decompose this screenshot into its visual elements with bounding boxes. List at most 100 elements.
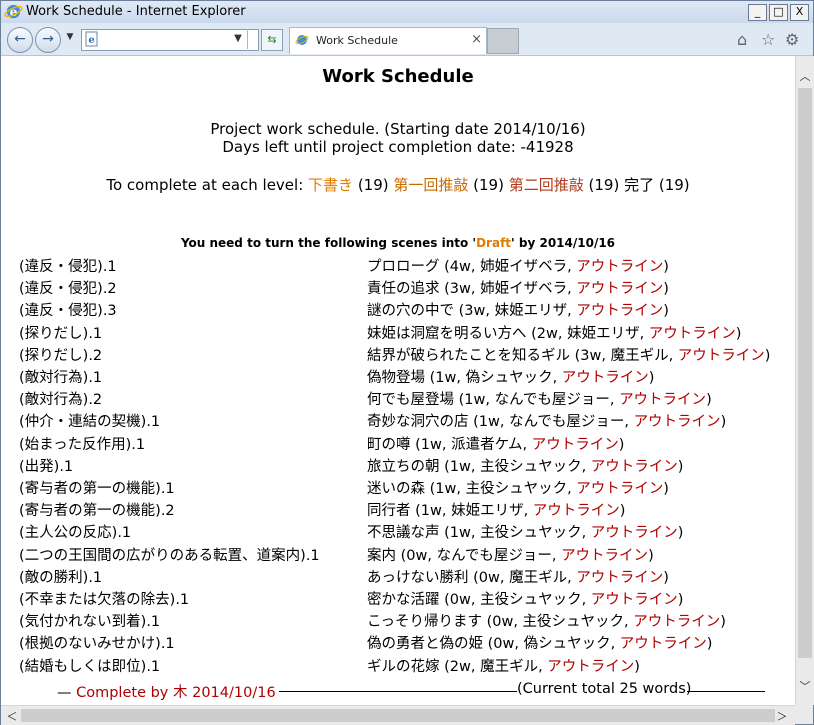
vertical-scrollbar[interactable]: ︿ ﹀ — [795, 56, 814, 705]
ie-tab-icon — [295, 35, 309, 45]
level-second-revision[interactable]: 第二回推敲 — [509, 176, 584, 194]
scene-end: ) — [634, 658, 640, 675]
tab-close-icon[interactable]: × — [471, 32, 482, 47]
function-label: (違反・侵犯).2 — [19, 281, 117, 298]
scroll-right-icon[interactable]: ＞ — [773, 708, 791, 724]
scene-text: 同行者 (1w, 妹姫エリザ, — [367, 503, 533, 520]
outline-link[interactable]: アウトライン — [532, 437, 619, 453]
function-label: (敵の勝利).1 — [19, 569, 103, 586]
outline-link[interactable]: アウトライン — [562, 370, 649, 386]
svg-text:e: e — [88, 35, 94, 46]
level-summary: To complete at each level: 下書き (19) 第一回推… — [1, 174, 795, 195]
address-dropdown-icon[interactable]: ▼ — [231, 31, 245, 47]
scene-end: ) — [764, 347, 771, 364]
scene-end: ) — [663, 569, 669, 586]
outline-link[interactable]: アウトライン — [591, 459, 678, 475]
settings-gear-icon[interactable]: ⚙ — [785, 30, 799, 49]
outline-link[interactable]: アウトライン — [576, 570, 663, 586]
scene-entry: 偽の勇者と偽の姫 (0w, 偽シュヤック, アウトライン) — [367, 632, 712, 653]
outline-link[interactable]: アウトライン — [576, 259, 663, 275]
divider — [247, 29, 248, 49]
home-icon[interactable]: ⌂ — [737, 30, 747, 49]
scenes-heading-after: ' by 2014/10/16 — [511, 236, 616, 250]
scene-entry: 責任の追求 (3w, 姉姫イザベラ, アウトライン) — [367, 277, 669, 298]
scrollbar-corner — [795, 705, 813, 724]
outline-link[interactable]: アウトライン — [649, 326, 736, 342]
scroll-down-icon[interactable]: ﹀ — [796, 678, 814, 694]
outline-link[interactable]: アウトライン — [576, 281, 663, 297]
scene-text: あっけない勝利 (0w, 魔王ギル, — [367, 569, 577, 586]
outline-link[interactable]: アウトライン — [547, 659, 634, 675]
scene-end: ) — [677, 525, 684, 542]
level-draft[interactable]: 下書き — [308, 176, 353, 194]
history-dropdown-icon[interactable]: ▼ — [61, 32, 79, 42]
scene-end: ) — [663, 481, 669, 497]
scene-text: 偽の勇者と偽の姫 (0w, 偽シュヤック, — [367, 636, 620, 653]
maximize-button[interactable]: □ — [769, 4, 788, 21]
scene-end: ) — [706, 392, 712, 409]
scene-text: 責任の追求 (3w, 姉姫イザベラ, — [367, 281, 577, 298]
scene-row: (敵対行為).1 偽物登場 (1w, 偽シュヤック, アウトライン) — [1, 366, 795, 388]
scroll-left-icon[interactable]: ＜ — [3, 708, 21, 724]
scene-text: 町の噂 (1w, 派遣者ケム, — [367, 436, 532, 453]
scenes-heading-before: You need to turn the following scenes in… — [180, 236, 477, 250]
function-label: (不幸または欠落の除去).1 — [19, 592, 190, 608]
scene-row: (不幸または欠落の除去).1 密かな活躍 (0w, 主役シュヤック, アウトライン… — [1, 588, 795, 610]
scene-end: ) — [663, 303, 669, 320]
scene-end: ) — [720, 614, 726, 631]
horizontal-scrollbar[interactable]: ＜ ＞ — [1, 705, 795, 725]
function-label: (根拠のないみせかけ).1 — [19, 636, 175, 653]
outline-link[interactable]: アウトライン — [591, 592, 678, 608]
favorites-star-icon[interactable]: ☆ — [761, 30, 775, 49]
scene-entry: 案内 (0w, なんでも屋ジョー, アウトライン) — [367, 544, 654, 565]
scene-row: (気付かれない到着).1 こっそり帰ります (0w, 主役シュヤック, アウトライ… — [1, 610, 795, 632]
outline-link[interactable]: アウトライン — [633, 614, 720, 630]
scene-text: 奇妙な洞穴の店 (1w, なんでも屋ジョー, — [367, 414, 634, 431]
level-prefix: To complete at each level: — [106, 176, 309, 194]
scene-row: (敵の勝利).1 あっけない勝利 (0w, 魔王ギル, アウトライン) — [1, 566, 795, 588]
outline-link[interactable]: アウトライン — [678, 348, 765, 364]
horizontal-scroll-thumb[interactable] — [21, 709, 775, 722]
scroll-up-icon[interactable]: ︿ — [796, 68, 814, 84]
compatibility-refresh-button[interactable]: ⇆ — [261, 29, 283, 51]
scene-text: 何でも屋登場 (1w, なんでも屋ジョー, — [367, 392, 620, 409]
outline-link[interactable]: アウトライン — [620, 636, 707, 652]
new-tab-button[interactable] — [487, 28, 519, 54]
outline-link[interactable]: アウトライン — [619, 392, 706, 408]
scene-entry: 偽物登場 (1w, 偽シュヤック, アウトライン) — [367, 366, 654, 387]
scene-text: 旅立ちの朝 (1w, 主役シュヤック, — [367, 458, 591, 475]
scene-row: (始まった反作用).1 町の噂 (1w, 派遣者ケム, アウトライン) — [1, 433, 795, 455]
vertical-scroll-thumb[interactable] — [798, 88, 812, 658]
back-button[interactable]: ← — [7, 27, 33, 53]
complete-by: — Complete by 木 2014/10/16 — [57, 681, 276, 702]
forward-button[interactable]: → — [35, 27, 61, 53]
scene-row: (探りだし).1 妹姫は洞窟を明るい方へ (2w, 妹姫エリザ, アウトライン) — [1, 322, 795, 344]
outline-link[interactable]: アウトライン — [634, 414, 721, 430]
back-arrow-icon: ← — [14, 31, 26, 47]
forward-arrow-icon: → — [42, 31, 54, 47]
outline-link[interactable]: アウトライン — [591, 525, 678, 541]
scene-row: (寄与者の第一の機能).1 迷いの森 (1w, 主役シュヤック, アウトライン) — [1, 477, 795, 499]
outline-link[interactable]: アウトライン — [533, 503, 620, 519]
scene-entry: あっけない勝利 (0w, 魔王ギル, アウトライン) — [367, 566, 669, 587]
outline-link[interactable]: アウトライン — [561, 548, 648, 564]
scene-text: 謎の穴の中で (3w, 妹姫エリザ, — [367, 303, 577, 320]
tab-title: Work Schedule — [316, 34, 398, 47]
outline-link[interactable]: アウトライン — [576, 481, 663, 497]
outline-link[interactable]: アウトライン — [576, 303, 663, 319]
scene-row: (仲介・連結の契機).1 奇妙な洞穴の店 (1w, なんでも屋ジョー, アウトライ… — [1, 410, 795, 432]
level-first-revision[interactable]: 第一回推敲 — [393, 176, 468, 194]
scene-entry: 密かな活躍 (0w, 主役シュヤック, アウトライン) — [367, 588, 683, 609]
scene-end: ) — [663, 281, 669, 298]
close-button[interactable]: X — [790, 4, 809, 21]
navigation-bar: ← → ▼ e ▼ ⇆ Work Schedule × ⌂ ☆ ⚙ — [1, 23, 813, 56]
level-first-count: (19) — [468, 176, 509, 194]
scene-entry: 町の噂 (1w, 派遣者ケム, アウトライン) — [367, 433, 624, 454]
minimize-button[interactable]: _ — [748, 4, 767, 21]
function-label: (主人公の反応).1 — [19, 525, 132, 542]
tab-work-schedule[interactable]: Work Schedule × — [289, 27, 487, 54]
level-done[interactable]: 完了 — [624, 176, 654, 194]
scene-row: (違反・侵犯).2 責任の追求 (3w, 姉姫イザベラ, アウトライン) — [1, 277, 795, 299]
scene-entry: 奇妙な洞穴の店 (1w, なんでも屋ジョー, アウトライン) — [367, 410, 726, 431]
scene-end: ) — [663, 259, 669, 275]
